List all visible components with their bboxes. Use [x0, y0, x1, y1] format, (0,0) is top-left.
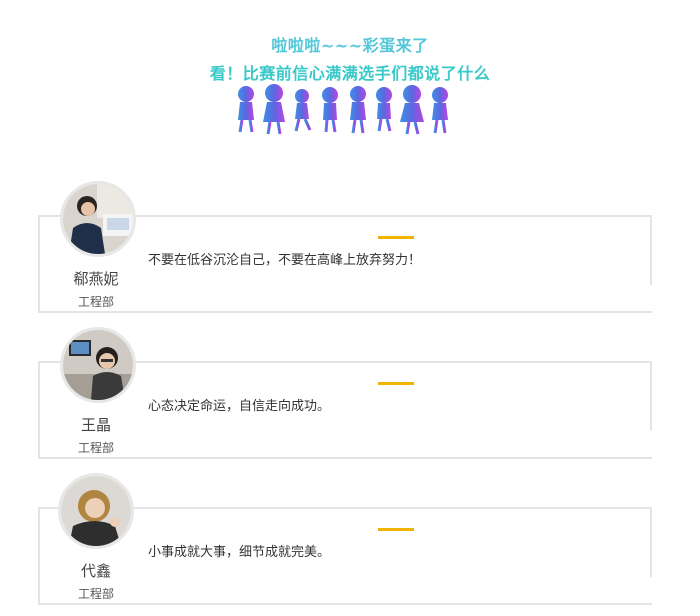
accent-line [378, 382, 414, 385]
accent-line [378, 528, 414, 531]
profile-quote: 心态决定命运，自信走向成功。 [148, 399, 331, 414]
profile-department: 工程部 [77, 587, 114, 601]
profile-name: 郗燕妮 [73, 270, 119, 288]
header: 啦啦啦~~~彩蛋来了 看！比赛前信心满满选手们都说了什么 [0, 0, 700, 150]
avatar [58, 473, 134, 549]
profile-quote: 不要在低谷沉沦自己，不要在高峰上放弃努力！ [148, 253, 422, 268]
avatar [60, 327, 136, 403]
profile-quote: 小事成就大事，细节成就完美。 [148, 545, 331, 560]
profile-name: 王晶 [80, 416, 111, 434]
accent-line [378, 236, 414, 239]
profile-name: 代鑫 [80, 562, 111, 580]
card-border-right [650, 509, 652, 577]
header-title-line1: 啦啦啦~~~彩蛋来了 [271, 36, 429, 55]
profile-department: 工程部 [77, 441, 114, 455]
card-border-right [650, 217, 652, 285]
profile-department: 工程部 [77, 295, 114, 309]
header-title-line2: 看！比赛前信心满满选手们都说了什么 [209, 64, 491, 83]
children-holding-hands-icon [232, 84, 462, 136]
avatar [60, 181, 136, 257]
card-border-right [650, 363, 652, 431]
